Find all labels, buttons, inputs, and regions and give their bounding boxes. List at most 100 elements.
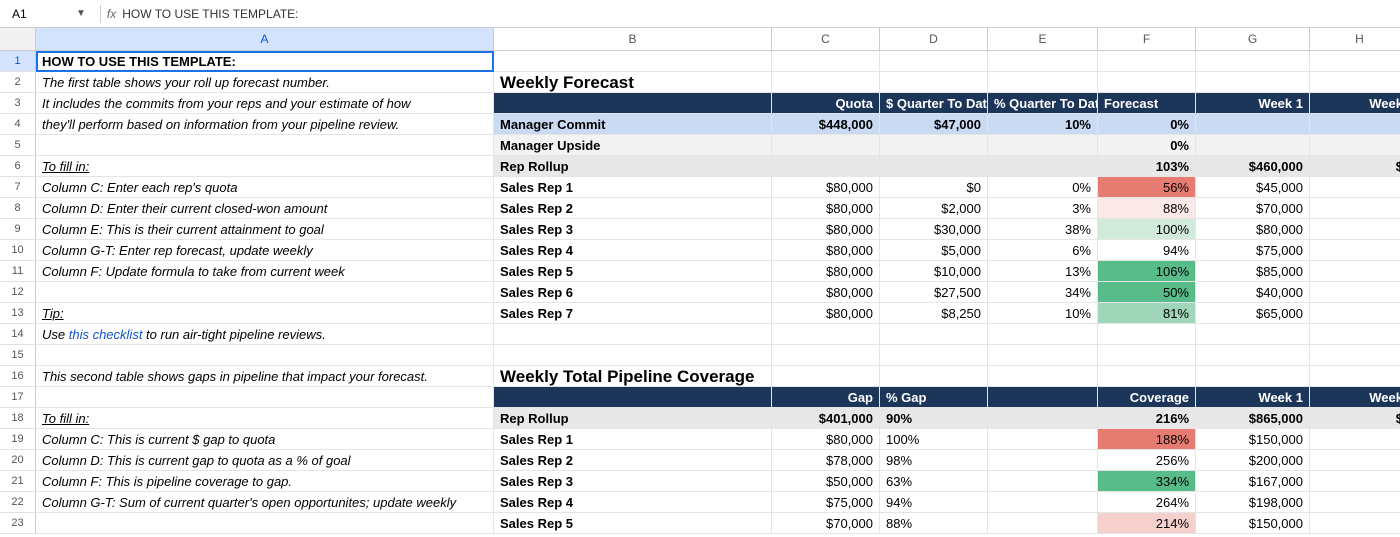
row-header-2[interactable]: 2 [0,72,36,93]
cell-G16[interactable] [1196,366,1310,387]
cell-B9[interactable]: Sales Rep 3 [494,219,772,240]
cell-D9[interactable]: $30,000 [880,219,988,240]
cell-A22[interactable]: Column G-T: Sum of current quarter's ope… [36,492,494,513]
cell-E12[interactable]: 34% [988,282,1098,303]
cell-H14[interactable] [1310,324,1400,345]
cell-E18[interactable] [988,408,1098,429]
cell-F18[interactable]: 216% [1098,408,1196,429]
cell-C13[interactable]: $80,000 [772,303,880,324]
cell-G20[interactable]: $200,000 [1196,450,1310,471]
cell-D10[interactable]: $5,000 [880,240,988,261]
cell-B22[interactable]: Sales Rep 4 [494,492,772,513]
cell-G6[interactable]: $460,000 [1196,156,1310,177]
cell-D18[interactable]: 90% [880,408,988,429]
row-header-11[interactable]: 11 [0,261,36,282]
cell-C21[interactable]: $50,000 [772,471,880,492]
cell-A7[interactable]: Column C: Enter each rep's quota [36,177,494,198]
cell-D11[interactable]: $10,000 [880,261,988,282]
cell-H12[interactable] [1310,282,1400,303]
row-header-15[interactable]: 15 [0,345,36,366]
cell-H4[interactable] [1310,114,1400,135]
cell-D2[interactable] [880,72,988,93]
cell-E21[interactable] [988,471,1098,492]
cell-A21[interactable]: Column F: This is pipeline coverage to g… [36,471,494,492]
cell-F19[interactable]: 188% [1098,429,1196,450]
cell-F5[interactable]: 0% [1098,135,1196,156]
spreadsheet-grid[interactable]: A B C D E F G H 1 HOW TO USE THIS TEMPLA… [0,28,1400,534]
row-header-22[interactable]: 22 [0,492,36,513]
row-header-6[interactable]: 6 [0,156,36,177]
cell-B4[interactable]: Manager Commit [494,114,772,135]
cell-A11[interactable]: Column F: Update formula to take from cu… [36,261,494,282]
cell-C14[interactable] [772,324,880,345]
cell-F10[interactable]: 94% [1098,240,1196,261]
cell-B6[interactable]: Rep Rollup [494,156,772,177]
col-header-A[interactable]: A [36,28,494,51]
cell-B20[interactable]: Sales Rep 2 [494,450,772,471]
col-header-C[interactable]: C [772,28,880,51]
cell-G12[interactable]: $40,000 [1196,282,1310,303]
cell-C3[interactable]: Quota [772,93,880,114]
cell-B2[interactable]: Weekly Forecast [494,72,772,93]
cell-C17[interactable]: Gap [772,387,880,408]
cell-A17[interactable] [36,387,494,408]
cell-C18[interactable]: $401,000 [772,408,880,429]
row-header-1[interactable]: 1 [0,51,36,72]
cell-C6[interactable] [772,156,880,177]
cell-F1[interactable] [1098,51,1196,72]
cell-A1[interactable]: HOW TO USE THIS TEMPLATE: [36,51,494,72]
cell-C4[interactable]: $448,000 [772,114,880,135]
cell-A20[interactable]: Column D: This is current gap to quota a… [36,450,494,471]
cell-C7[interactable]: $80,000 [772,177,880,198]
cell-D13[interactable]: $8,250 [880,303,988,324]
row-header-16[interactable]: 16 [0,366,36,387]
cell-G4[interactable] [1196,114,1310,135]
cell-G2[interactable] [1196,72,1310,93]
cell-D8[interactable]: $2,000 [880,198,988,219]
row-header-4[interactable]: 4 [0,114,36,135]
cell-H13[interactable] [1310,303,1400,324]
cell-A2[interactable]: The first table shows your roll up forec… [36,72,494,93]
cell-G8[interactable]: $70,000 [1196,198,1310,219]
cell-H1[interactable] [1310,51,1400,72]
cell-D4[interactable]: $47,000 [880,114,988,135]
cell-E11[interactable]: 13% [988,261,1098,282]
cell-D22[interactable]: 94% [880,492,988,513]
cell-H22[interactable] [1310,492,1400,513]
cell-E17[interactable] [988,387,1098,408]
select-all-corner[interactable] [0,28,36,51]
checklist-link[interactable]: this checklist [69,327,143,342]
cell-E4[interactable]: 10% [988,114,1098,135]
cell-H21[interactable] [1310,471,1400,492]
cell-G9[interactable]: $80,000 [1196,219,1310,240]
cell-E6[interactable] [988,156,1098,177]
cell-G18[interactable]: $865,000 [1196,408,1310,429]
cell-D23[interactable]: 88% [880,513,988,534]
cell-D21[interactable]: 63% [880,471,988,492]
cell-D17[interactable]: % Gap [880,387,988,408]
cell-F3[interactable]: Forecast [1098,93,1196,114]
cell-A4[interactable]: they'll perform based on information fro… [36,114,494,135]
cell-E9[interactable]: 38% [988,219,1098,240]
cell-G17[interactable]: Week 1 [1196,387,1310,408]
row-header-13[interactable]: 13 [0,303,36,324]
cell-E8[interactable]: 3% [988,198,1098,219]
col-header-E[interactable]: E [988,28,1098,51]
cell-B8[interactable]: Sales Rep 2 [494,198,772,219]
cell-D15[interactable] [880,345,988,366]
cell-H11[interactable] [1310,261,1400,282]
cell-B21[interactable]: Sales Rep 3 [494,471,772,492]
cell-A23[interactable] [36,513,494,534]
cell-H3[interactable]: Week [1310,93,1400,114]
cell-H16[interactable] [1310,366,1400,387]
cell-E20[interactable] [988,450,1098,471]
row-header-21[interactable]: 21 [0,471,36,492]
cell-B11[interactable]: Sales Rep 5 [494,261,772,282]
cell-G1[interactable] [1196,51,1310,72]
cell-C16[interactable] [772,366,880,387]
cell-G10[interactable]: $75,000 [1196,240,1310,261]
cell-G14[interactable] [1196,324,1310,345]
cell-A5[interactable] [36,135,494,156]
cell-G11[interactable]: $85,000 [1196,261,1310,282]
cell-C2[interactable] [772,72,880,93]
